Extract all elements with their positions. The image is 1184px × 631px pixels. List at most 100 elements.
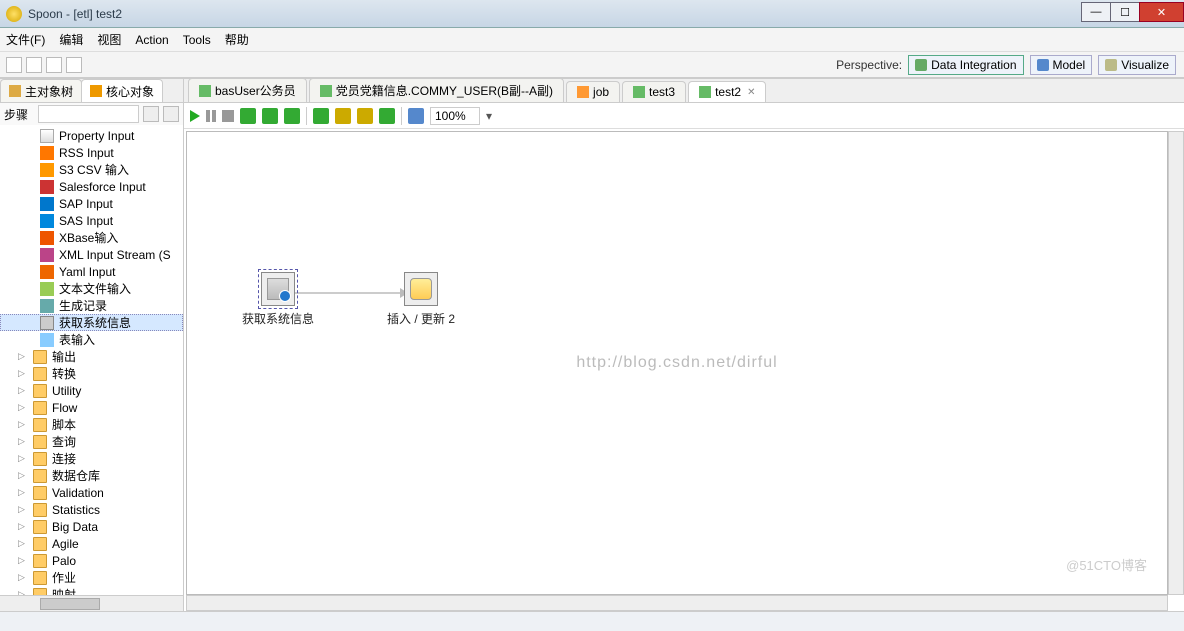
left-hscrollbar[interactable] bbox=[0, 595, 183, 611]
tree-item-rss-input[interactable]: RSS Input bbox=[0, 144, 183, 161]
folder-icon bbox=[33, 384, 47, 398]
tree-folder-validation[interactable]: Validation bbox=[0, 484, 183, 501]
step-insert-update[interactable]: 插入 / 更新 2 bbox=[387, 272, 455, 327]
viz-icon bbox=[1105, 59, 1117, 71]
show-results-button[interactable] bbox=[408, 108, 424, 124]
perspective-model[interactable]: Model bbox=[1030, 55, 1093, 75]
tree-folder--[interactable]: 脚本 bbox=[0, 416, 183, 433]
tree-folder--[interactable]: 输出 bbox=[0, 348, 183, 365]
editor-tab-test2[interactable]: test2 ✕ bbox=[688, 81, 766, 102]
steps-collapse-button[interactable] bbox=[163, 106, 179, 122]
menu-file[interactable]: 文件(F) bbox=[6, 31, 45, 48]
debug-button[interactable] bbox=[262, 108, 278, 124]
tree-item-yaml-input[interactable]: Yaml Input bbox=[0, 263, 183, 280]
tree-item-xbase-[interactable]: XBase输入 bbox=[0, 229, 183, 246]
tree-item-s3-csv-[interactable]: S3 CSV 输入 bbox=[0, 161, 183, 178]
impact-button[interactable] bbox=[335, 108, 351, 124]
main-tree-icon bbox=[9, 85, 21, 97]
canvas-hscrollbar[interactable] bbox=[186, 595, 1168, 611]
perspective-data-integration[interactable]: Data Integration bbox=[908, 55, 1023, 75]
window-title: Spoon - [etl] test2 bbox=[28, 7, 1081, 21]
steps-label: 步骤 bbox=[4, 106, 34, 123]
step-get-system-info[interactable]: 获取系统信息 bbox=[242, 272, 314, 327]
tree-folder-label: 作业 bbox=[52, 569, 76, 586]
tree-item-label: 表输入 bbox=[59, 331, 95, 348]
tree-folder--[interactable]: 作业 bbox=[0, 569, 183, 586]
tree-item-sas-input[interactable]: SAS Input bbox=[0, 212, 183, 229]
tree-item-sap-input[interactable]: SAP Input bbox=[0, 195, 183, 212]
tree-folder--[interactable]: 数据仓库 bbox=[0, 467, 183, 484]
tab-label: job bbox=[593, 85, 609, 99]
tree-folder--[interactable]: 转换 bbox=[0, 365, 183, 382]
steps-tree[interactable]: Property Input RSS InputS3 CSV 输入 Salesfor… bbox=[0, 125, 183, 595]
tree-folder--[interactable]: 映射 bbox=[0, 586, 183, 595]
menu-edit[interactable]: 编辑 bbox=[59, 31, 83, 48]
toolbar-new-icon[interactable] bbox=[6, 57, 22, 73]
menu-tools[interactable]: Tools bbox=[183, 33, 211, 47]
preview-button[interactable] bbox=[240, 108, 256, 124]
tree-folder-palo[interactable]: Palo bbox=[0, 552, 183, 569]
corner-watermark: @51CTO博客 bbox=[1066, 555, 1147, 574]
toolbar-saveas-icon[interactable] bbox=[66, 57, 82, 73]
rss-icon bbox=[40, 146, 54, 160]
tree-item-label: RSS Input bbox=[59, 146, 114, 160]
tree-folder--[interactable]: 查询 bbox=[0, 433, 183, 450]
close-button[interactable]: ✕ bbox=[1139, 2, 1184, 22]
sql-button[interactable] bbox=[357, 108, 373, 124]
steps-expand-button[interactable] bbox=[143, 106, 159, 122]
pause-button[interactable] bbox=[206, 110, 216, 122]
minimize-button[interactable]: — bbox=[1081, 2, 1111, 22]
replay-button[interactable] bbox=[284, 108, 300, 124]
tree-item-label: Salesforce Input bbox=[59, 180, 146, 194]
perspective-label: Perspective: bbox=[836, 58, 902, 72]
perspective-di-label: Data Integration bbox=[931, 58, 1016, 72]
perspective-visualize[interactable]: Visualize bbox=[1098, 55, 1176, 75]
scroll-thumb[interactable] bbox=[40, 598, 100, 610]
stop-button[interactable] bbox=[222, 110, 234, 122]
tree-item-property-input[interactable]: Property Input bbox=[0, 127, 183, 144]
tree-item--[interactable]: 表输入 bbox=[0, 331, 183, 348]
explore-button[interactable] bbox=[379, 108, 395, 124]
tree-folder-statistics[interactable]: Statistics bbox=[0, 501, 183, 518]
menu-help[interactable]: 帮助 bbox=[225, 31, 249, 48]
txt-icon bbox=[40, 282, 54, 296]
tab-label: test2 bbox=[715, 85, 741, 99]
tree-folder-label: Agile bbox=[52, 537, 79, 551]
tree-item--[interactable]: 生成记录 bbox=[0, 297, 183, 314]
canvas[interactable]: 获取系统信息 插入 / 更新 2 http://blog.csdn.net/di… bbox=[186, 131, 1168, 595]
folder-icon bbox=[33, 435, 47, 449]
zoom-dropdown-icon[interactable]: ▾ bbox=[486, 109, 492, 123]
tab-core-objects[interactable]: 核心对象 bbox=[81, 79, 163, 102]
toolbar-save-icon[interactable] bbox=[46, 57, 62, 73]
system-info-icon bbox=[267, 278, 289, 300]
tree-item-xml-input-stream-s[interactable]: XML Input Stream (S bbox=[0, 246, 183, 263]
tree-folder-label: 查询 bbox=[52, 433, 76, 450]
tree-item-label: SAS Input bbox=[59, 214, 113, 228]
tree-folder-utility[interactable]: Utility bbox=[0, 382, 183, 399]
maximize-button[interactable]: ☐ bbox=[1110, 2, 1140, 22]
editor-tab-job[interactable]: job bbox=[566, 81, 620, 102]
menu-view[interactable]: 视图 bbox=[97, 31, 121, 48]
tree-folder-flow[interactable]: Flow bbox=[0, 399, 183, 416]
toolbar-open-icon[interactable] bbox=[26, 57, 42, 73]
tree-folder--[interactable]: 连接 bbox=[0, 450, 183, 467]
tab-close-icon[interactable]: ✕ bbox=[747, 87, 755, 98]
editor-tab--commy-user-b-a-[interactable]: 党员党籍信息.COMMY_USER(B副--A副) bbox=[309, 78, 564, 102]
tree-item--[interactable]: 获取系统信息 bbox=[0, 314, 183, 331]
tree-folder-agile[interactable]: Agile bbox=[0, 535, 183, 552]
tree-item-salesforce-input[interactable]: Salesforce Input bbox=[0, 178, 183, 195]
editor-tab-test3[interactable]: test3 bbox=[622, 81, 686, 102]
tree-folder-big-data[interactable]: Big Data bbox=[0, 518, 183, 535]
menu-action[interactable]: Action bbox=[135, 33, 168, 47]
yaml-icon bbox=[40, 265, 54, 279]
tab-main-tree[interactable]: 主对象树 bbox=[0, 79, 82, 102]
zoom-select[interactable]: 100% bbox=[430, 107, 480, 125]
verify-button[interactable] bbox=[313, 108, 329, 124]
sas-icon bbox=[40, 214, 54, 228]
tree-item--[interactable]: 文本文件输入 bbox=[0, 280, 183, 297]
steps-search-input[interactable] bbox=[38, 105, 139, 123]
canvas-vscrollbar[interactable] bbox=[1168, 131, 1184, 595]
editor-tabs: basUser公务员党员党籍信息.COMMY_USER(B副--A副)jobte… bbox=[184, 79, 1184, 103]
run-button[interactable] bbox=[190, 110, 200, 122]
editor-tab-basuser-[interactable]: basUser公务员 bbox=[188, 78, 307, 102]
